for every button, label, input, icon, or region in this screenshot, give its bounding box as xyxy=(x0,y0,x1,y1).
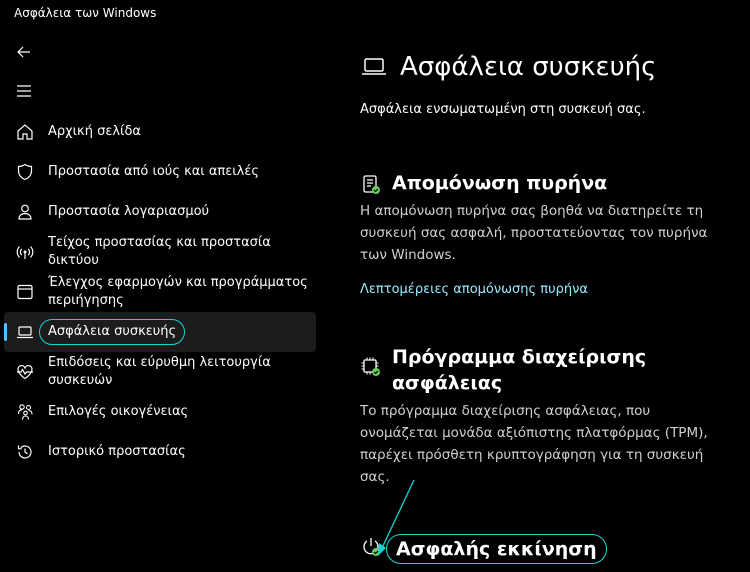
laptop-icon xyxy=(360,53,388,81)
sidebar-item-family-options[interactable]: Επιλογές οικογένειας xyxy=(4,392,316,432)
title-bar: Ασφάλεια των Windows xyxy=(0,0,750,28)
sidebar-item-device-performance[interactable]: Επιδόσεις και εύρυθμη λειτουργία συσκευώ… xyxy=(4,352,316,392)
processor-check-icon xyxy=(360,356,382,378)
sidebar-item-label: Προστασία από ιούς και απειλές xyxy=(48,164,260,179)
security-processor-title: Πρόγραμμα διαχείρισης ασφάλειας xyxy=(392,346,647,394)
main-content: Ασφάλεια συσκευής Ασφάλεια ενσωματωμένη … xyxy=(360,28,750,572)
laptop-icon xyxy=(14,321,36,343)
sidebar-item-account-protection[interactable]: Προστασία λογαριασμού xyxy=(4,192,316,232)
page-header: Ασφάλεια συσκευής xyxy=(360,52,656,82)
history-icon xyxy=(14,441,36,463)
sidebar-item-app-browser-control[interactable]: Έλεγχος εφαρμογών και προγράμματος περιή… xyxy=(4,272,316,312)
sidebar-item-home[interactable]: Αρχική σελίδα xyxy=(4,112,316,152)
sidebar-item-firewall[interactable]: Τείχος προστασίας και προστασία δικτύου xyxy=(4,232,316,272)
core-isolation-details-link[interactable]: Λεπτομέρειες απομόνωσης πυρήνα xyxy=(360,282,588,297)
shield-icon xyxy=(14,161,36,183)
page-title: Ασφάλεια συσκευής xyxy=(400,52,657,82)
back-button[interactable] xyxy=(10,40,38,64)
sidebar-item-label: Ασφάλεια συσκευής xyxy=(39,319,186,345)
family-icon xyxy=(14,401,36,423)
sidebar-item-label: Αρχική σελίδα xyxy=(48,124,141,139)
core-isolation-description: Η απομόνωση πυρήνα σας βοηθά να διατηρεί… xyxy=(360,203,708,263)
chip-check-icon xyxy=(360,174,382,196)
sidebar-item-label: Επιλογές οικογένειας xyxy=(48,404,189,419)
app-window-icon xyxy=(14,281,36,303)
sidebar-item-label: Τείχος προστασίας και προστασία δικτύου xyxy=(48,235,271,268)
hamburger-icon xyxy=(17,85,31,97)
sidebar: Αρχική σελίδα Προστασία από ιούς και απε… xyxy=(0,28,325,572)
sidebar-item-label: Ιστορικό προστασίας xyxy=(48,444,186,459)
core-isolation-section: Απομόνωση πυρήνα Η απομόνωση πυρήνα σας … xyxy=(360,170,740,297)
menu-button[interactable] xyxy=(10,79,38,103)
nav-list: Αρχική σελίδα Προστασία από ιούς και απε… xyxy=(4,112,316,472)
sidebar-item-protection-history[interactable]: Ιστορικό προστασίας xyxy=(4,432,316,472)
sidebar-item-label: Προστασία λογαριασμού xyxy=(48,204,210,219)
annotation-arrow xyxy=(378,479,415,556)
window-title: Ασφάλεια των Windows xyxy=(14,6,157,20)
heart-pulse-icon xyxy=(14,361,36,383)
home-icon xyxy=(14,121,36,143)
page-subtitle: Ασφάλεια ενσωματωμένη στη συσκευή σας. xyxy=(360,102,646,117)
sidebar-item-virus-protection[interactable]: Προστασία από ιούς και απειλές xyxy=(4,152,316,192)
sidebar-item-label: Έλεγχος εφαρμογών και προγράμματος περιή… xyxy=(48,275,308,308)
sidebar-item-device-security[interactable]: Ασφάλεια συσκευής xyxy=(4,312,316,352)
wifi-antenna-icon xyxy=(14,241,36,263)
back-arrow-icon xyxy=(17,46,30,58)
security-processor-section: Πρόγραμμα διαχείρισης ασφάλειας Το πρόγρ… xyxy=(360,344,740,488)
sidebar-item-label: Επιδόσεις και εύρυθμη λειτουργία συσκευώ… xyxy=(48,355,271,388)
security-processor-description: Το πρόγραμμα διαχείρισης ασφάλειας, που … xyxy=(360,403,708,485)
person-icon xyxy=(14,201,36,223)
core-isolation-title: Απομόνωση πυρήνα xyxy=(392,172,608,194)
